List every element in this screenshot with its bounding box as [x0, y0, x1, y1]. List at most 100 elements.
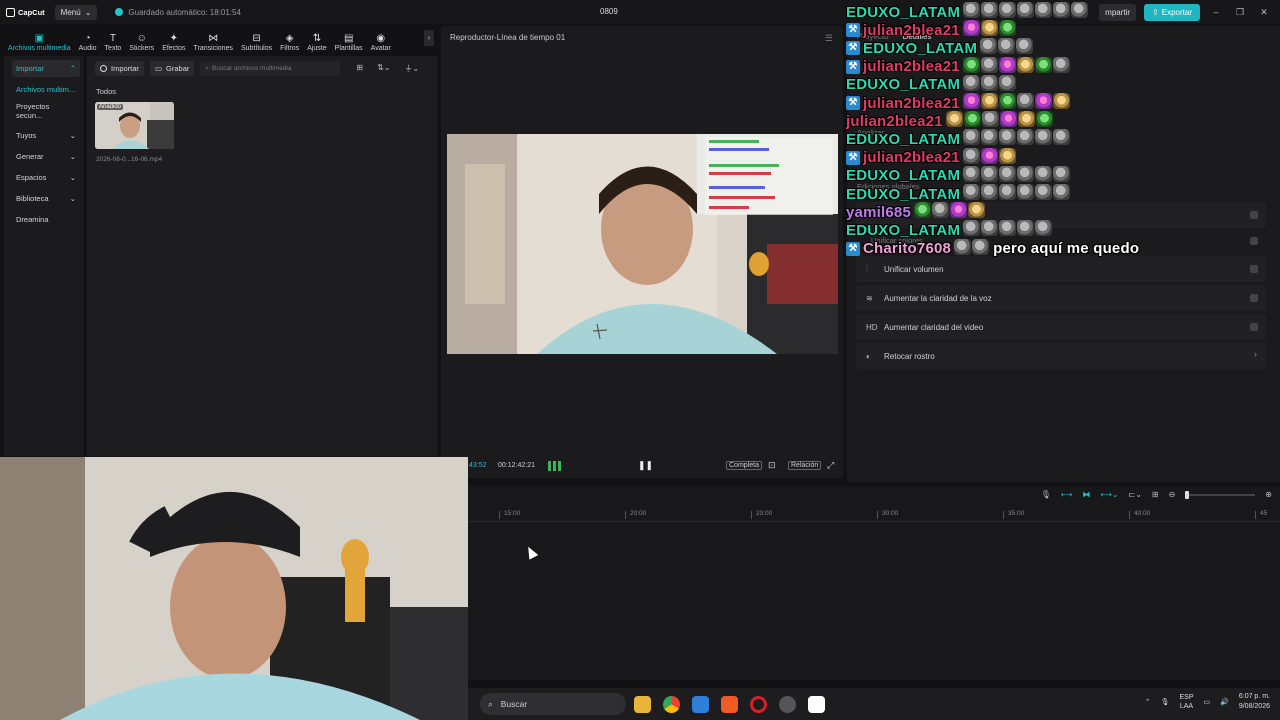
- split-link-icon[interactable]: ⟷⌄: [1100, 490, 1118, 499]
- microphone-icon[interactable]: 🎙: [1161, 698, 1170, 706]
- pause-icon[interactable]: ❚❚: [638, 460, 653, 471]
- tool-label: Filtros: [280, 45, 300, 52]
- close-icon[interactable]: ✕: [1256, 7, 1272, 18]
- zoom-in-icon[interactable]: ⊕: [1265, 490, 1272, 499]
- taskbar-search[interactable]: ⌕ Buscar: [480, 693, 626, 715]
- sidebar-item[interactable]: Tuyos ⌄: [12, 127, 80, 144]
- toggle-switch[interactable]: [1250, 211, 1258, 219]
- tool-adjust[interactable]: ⇅ Ajuste: [303, 26, 330, 52]
- minimize-icon[interactable]: –: [1208, 7, 1224, 17]
- tool-transitions[interactable]: ⋈ Transiciones: [190, 26, 237, 52]
- player-menu-icon[interactable]: ☰: [825, 33, 833, 44]
- preview-axis-icon[interactable]: ⊏⌄: [1128, 490, 1141, 499]
- global-edits-row[interactable]: [856, 202, 1266, 228]
- windows-taskbar: ⌕ Buscar ⌃ 🎙 ESP LAA ▭ 🔊 6:07 p. m. 9/08…: [468, 688, 1280, 720]
- project-title[interactable]: 0809: [600, 7, 618, 16]
- sidebar-item[interactable]: Importar ⌃: [12, 60, 80, 77]
- title-bar: CapCut Menú ⌄ Guardado automático: 18:01…: [0, 0, 1280, 24]
- sidebar-item[interactable]: Archivos multim...: [12, 81, 80, 98]
- screenshot-icon[interactable]: ⊡: [768, 460, 776, 471]
- taskbar-search-label: Buscar: [500, 699, 528, 709]
- toolbar-scroll-right-icon[interactable]: ›: [424, 30, 434, 46]
- details-panel: Proyecto Detalles Analizar Ediciones glo…: [847, 26, 1280, 482]
- clock-time: 6:07 p. m.: [1238, 693, 1270, 700]
- webcam-image: [0, 457, 468, 720]
- volume-icon[interactable]: 🔊: [1220, 698, 1229, 706]
- file-explorer-icon[interactable]: [634, 695, 651, 713]
- filter-icon[interactable]: ⏚⌄: [404, 63, 419, 74]
- sidebar-item[interactable]: Proyectos secun...: [12, 102, 80, 120]
- microphone-icon[interactable]: 🎙: [1041, 490, 1051, 499]
- record-button[interactable]: ▭ Grabar: [149, 61, 195, 76]
- display-icon[interactable]: ▭: [1204, 698, 1211, 706]
- audio-icon: ◔: [84, 33, 91, 44]
- enhance-option-row[interactable]: HD Aumentar claridad del video: [856, 314, 1266, 340]
- enhance-option-row[interactable]: ⫶ Unificar volumen: [856, 256, 1266, 282]
- toggle-switch[interactable]: [1250, 294, 1258, 302]
- tool-text[interactable]: T Texto: [101, 26, 126, 52]
- menu-button[interactable]: Menú ⌄: [54, 4, 98, 20]
- video-preview[interactable]: [447, 134, 838, 354]
- tool-filters[interactable]: ◈ Filtros: [276, 26, 303, 52]
- chevron-down-icon: ⌄: [84, 7, 92, 17]
- tab-details[interactable]: Detalles: [903, 32, 932, 41]
- grid-view-icon[interactable]: ⊞: [356, 63, 363, 74]
- enhance-option-label: Retocar rostro: [884, 351, 935, 361]
- tool-avatar[interactable]: ◉ Avatar: [367, 26, 395, 52]
- enhance-option-row[interactable]: ≋ Aumentar la claridad de la voz: [856, 285, 1266, 311]
- zoom-out-icon[interactable]: ⊖: [1169, 490, 1176, 499]
- clip-added-badge: Añadido: [97, 104, 124, 110]
- ruler-tick-label: 35:00: [1002, 510, 1025, 519]
- sidebar-item[interactable]: Biblioteca ⌄: [12, 190, 80, 207]
- chevron-icon: ⌄: [69, 173, 76, 182]
- toggle-switch[interactable]: [1250, 323, 1258, 331]
- chevron-up-icon[interactable]: ⌃: [1145, 698, 1151, 706]
- enhance-option-row[interactable]: ◐ Retocar rostro ›: [856, 343, 1266, 369]
- maximize-icon[interactable]: ❐: [1232, 7, 1248, 18]
- sidebar-item[interactable]: Dreamina: [12, 211, 80, 228]
- import-button[interactable]: Importar: [95, 61, 144, 76]
- media-search-input[interactable]: ⌕ Buscar archivos multimedia: [200, 61, 341, 76]
- unify-colors-row[interactable]: [856, 228, 1266, 254]
- sidebar-item-label: Espacios: [16, 173, 47, 182]
- chrome-icon[interactable]: [663, 695, 680, 713]
- timeline-ruler[interactable]: 15:00 20:00 23:00 30:00 35:00 40:00 45: [468, 508, 1280, 522]
- avatar-icon: ◉: [376, 33, 386, 44]
- record-icon: ▭: [154, 64, 163, 73]
- app-logo-text: CapCut: [18, 7, 45, 17]
- language-indicator[interactable]: ESP LAA: [1179, 693, 1193, 711]
- thumbnail-icon[interactable]: ⊞: [1152, 490, 1159, 499]
- toggle-switch[interactable]: [1250, 237, 1258, 245]
- tab-project[interactable]: Proyecto: [857, 32, 889, 41]
- tool-media[interactable]: ▣ Archivos multimedia: [4, 26, 75, 52]
- zoom-slider[interactable]: [1185, 490, 1256, 499]
- audio-meter-icon: [548, 461, 562, 471]
- snap-icon[interactable]: ⧓: [1082, 490, 1090, 499]
- aspect-ratio-button[interactable]: Relación: [788, 461, 822, 470]
- tool-sticker[interactable]: ☺ Stickers: [125, 26, 158, 52]
- tool-effects[interactable]: ✦ Efectos: [158, 26, 189, 52]
- app-icon[interactable]: [779, 695, 796, 713]
- tool-audio[interactable]: ◔ Audio: [75, 26, 101, 52]
- share-button[interactable]: mpartir: [1099, 3, 1137, 21]
- sidebar-item[interactable]: Espacios ⌄: [12, 169, 80, 186]
- store-icon[interactable]: [692, 695, 709, 713]
- transitions-icon: ⋈: [208, 33, 219, 44]
- global-edits-label: Ediciones globales: [857, 182, 920, 191]
- capcut-taskbar-icon[interactable]: [808, 695, 825, 713]
- tool-subtitles[interactable]: ⊟ Subtítulos: [237, 26, 276, 52]
- tool-templates[interactable]: ▤ Plantillas: [331, 26, 367, 52]
- quality-full-button[interactable]: Completa: [726, 461, 762, 470]
- fullscreen-icon[interactable]: ⤢: [827, 460, 834, 471]
- link-clips-icon[interactable]: ⟷: [1061, 490, 1072, 499]
- sort-icon[interactable]: ⇅⌄: [377, 63, 390, 74]
- toggle-switch[interactable]: [1250, 265, 1258, 273]
- media-icon: ▣: [34, 33, 45, 44]
- chevron-right-icon[interactable]: ›: [1254, 349, 1257, 359]
- brave-icon[interactable]: [721, 695, 738, 713]
- sidebar-item[interactable]: Generar ⌄: [12, 148, 80, 165]
- clock[interactable]: 6:07 p. m. 9/08/2026: [1239, 692, 1270, 712]
- export-button[interactable]: ⇪ Exportar: [1144, 3, 1200, 21]
- media-clip-thumbnail[interactable]: Añadido: [95, 102, 174, 149]
- opera-icon[interactable]: [750, 695, 767, 713]
